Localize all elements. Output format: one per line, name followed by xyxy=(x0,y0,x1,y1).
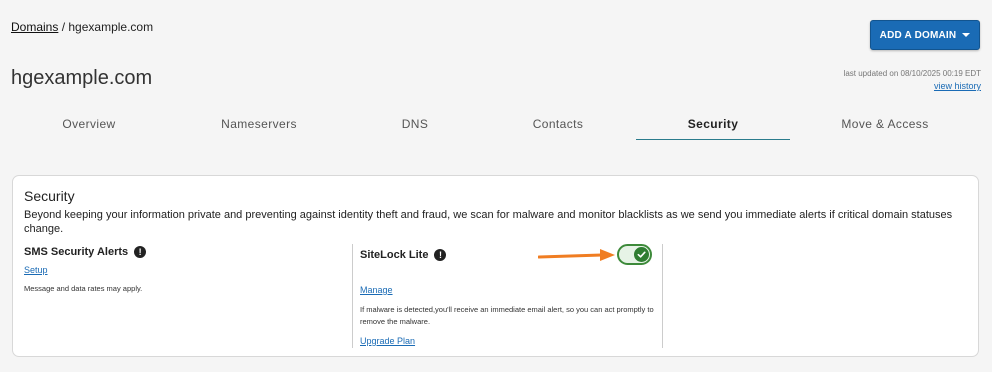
sitelock-toggle[interactable] xyxy=(617,244,652,265)
tab-dns[interactable]: DNS xyxy=(338,110,492,140)
add-domain-label: ADD A DOMAIN xyxy=(879,29,957,41)
sms-alerts-heading: SMS Security Alerts! xyxy=(24,246,147,259)
security-card: Security Beyond keeping your information… xyxy=(12,175,979,357)
sitelock-heading: SiteLock Lite! xyxy=(360,249,447,262)
info-icon[interactable]: ! xyxy=(134,246,147,259)
view-history-link[interactable]: view history xyxy=(844,80,981,92)
last-updated-text: last updated on 08/10/2025 00:19 EDT xyxy=(843,69,981,78)
info-icon[interactable]: ! xyxy=(434,249,447,262)
sitelock-title: SiteLock Lite xyxy=(360,249,429,261)
sms-setup-link[interactable]: Setup xyxy=(24,265,48,275)
column-divider xyxy=(662,244,663,348)
tab-move-access[interactable]: Move & Access xyxy=(808,110,962,140)
breadcrumb-separator: / xyxy=(58,20,69,34)
sitelock-malware-note: If malware is detected,you'll receive an… xyxy=(360,305,654,326)
breadcrumb: Domains / hgexample.com xyxy=(11,20,153,34)
sms-rates-note: Message and data rates may apply. xyxy=(24,284,143,293)
upgrade-plan-link[interactable]: Upgrade Plan xyxy=(360,336,415,346)
tab-overview[interactable]: Overview xyxy=(12,110,166,140)
sms-alerts-title: SMS Security Alerts xyxy=(24,246,129,258)
tab-nameservers[interactable]: Nameservers xyxy=(182,110,336,140)
checkmark-icon xyxy=(634,247,649,262)
tab-security[interactable]: Security xyxy=(636,110,790,140)
column-divider xyxy=(352,244,353,348)
domain-tabs: Overview Nameservers DNS Contacts Securi… xyxy=(0,110,992,140)
add-domain-button[interactable]: ADD A DOMAIN xyxy=(870,20,980,50)
security-title: Security xyxy=(24,188,75,204)
breadcrumb-domains-link[interactable]: Domains xyxy=(11,20,58,34)
security-description: Beyond keeping your information private … xyxy=(24,209,953,235)
tab-contacts[interactable]: Contacts xyxy=(481,110,635,140)
caret-down-icon xyxy=(962,33,971,37)
breadcrumb-current: hgexample.com xyxy=(68,20,154,34)
page-title: hgexample.com xyxy=(11,67,153,89)
sitelock-manage-link[interactable]: Manage xyxy=(360,285,393,295)
annotation-arrow-icon xyxy=(538,249,615,261)
last-updated-info: last updated on 08/10/2025 00:19 EDT vie… xyxy=(844,68,981,92)
